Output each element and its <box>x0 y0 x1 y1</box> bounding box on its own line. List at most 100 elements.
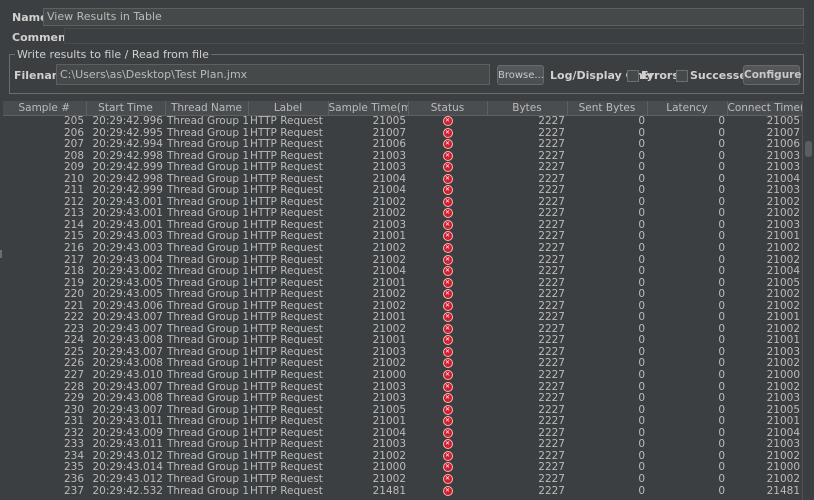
table-row[interactable]: 214 20:29:43.001 Thread Group 1-9...HTTP R… <box>3 219 802 232</box>
table-cell: 0 <box>638 335 645 347</box>
status-cell: ✕ <box>408 185 487 197</box>
table-cell: 21002 <box>766 300 800 312</box>
table-cell: HTTP Request <box>250 370 323 382</box>
filename-input[interactable]: C:\Users\as\Desktop\Test Plan.jmx <box>56 64 490 85</box>
status-cell: ✕ <box>408 404 487 417</box>
table-row[interactable]: 213 20:29:43.001 Thread Group 1-9...HTTP R… <box>3 208 802 220</box>
status-cell: ✕ <box>408 323 487 336</box>
table-row[interactable]: 207 20:29:42.994 Thread Group 1-5...HTTP R… <box>3 139 802 151</box>
table-cell: 20:29:42.998 <box>92 150 163 162</box>
table-row[interactable]: 212 20:29:43.001 Thread Group 1-9...HTTP R… <box>3 196 802 209</box>
column-header[interactable]: Status <box>408 101 488 116</box>
table-row[interactable]: 233 20:29:43.011 Thread Group 1-9...HTTP R… <box>3 439 802 451</box>
column-header[interactable]: Bytes <box>487 101 568 116</box>
table-row[interactable]: 235 20:29:43.014 Thread Group 1-9...HTTP R… <box>3 462 802 474</box>
table-row[interactable]: 216 20:29:43.003 Thread Group 1-9...HTTP R… <box>3 243 802 255</box>
status-cell: ✕ <box>408 462 487 474</box>
table-row[interactable]: 217 20:29:43.004 Thread Group 1-9...HTTP R… <box>3 254 802 267</box>
table-row[interactable]: 206 20:29:42.995 Thread Group 1-1...HTTP R… <box>3 127 802 140</box>
table-cell: Thread Group 1-9... <box>167 173 248 185</box>
table-cell: 0 <box>718 381 725 393</box>
column-header[interactable]: Sent Bytes <box>567 101 648 116</box>
table-cell: 20:29:43.008 <box>92 393 163 405</box>
table-cell: 21003 <box>372 393 406 405</box>
status-cell: ✕ <box>408 139 487 151</box>
configure-button[interactable]: Configure <box>743 65 801 85</box>
table-cell: 20:29:43.009 <box>92 427 163 439</box>
table-row[interactable]: 236 20:29:43.012 Thread Group 1-9...HTTP R… <box>3 473 802 486</box>
table-row[interactable]: 222 20:29:43.007 Thread Group 1-9...HTTP R… <box>3 312 802 324</box>
table-cell: 21005 <box>766 277 800 289</box>
table-cell: 21003 <box>372 346 406 358</box>
table-row[interactable]: 208 20:29:42.998 Thread Group 1-9...HTTP R… <box>3 150 802 163</box>
table-row[interactable]: 219 20:29:43.005 Thread Group 1-9...HTTP R… <box>3 277 802 290</box>
table-row[interactable]: 226 20:29:43.008 Thread Group 1-9...HTTP R… <box>3 358 802 370</box>
splitter-handle[interactable] <box>0 250 2 258</box>
table-row[interactable]: 225 20:29:43.007 Thread Group 1-9...HTTP R… <box>3 346 802 359</box>
error-icon: ✕ <box>442 335 453 346</box>
table-row[interactable]: 220 20:29:43.005 Thread Group 1-9...HTTP R… <box>3 289 802 301</box>
table-row[interactable]: 224 20:29:43.008 Thread Group 1-9...HTTP R… <box>3 335 802 347</box>
table-row[interactable]: 215 20:29:43.003 Thread Group 1-9...HTTP R… <box>3 231 802 243</box>
table-row[interactable]: 221 20:29:43.006 Thread Group 1-9...HTTP R… <box>3 300 802 313</box>
table-cell: HTTP Request <box>250 150 323 162</box>
table-cell: 20:29:42.532 <box>92 485 163 497</box>
table-cell: 0 <box>718 416 725 428</box>
table-cell: 20:29:42.998 <box>92 173 163 185</box>
error-icon: ✕ <box>442 185 453 196</box>
table-cell: Thread Group 1-9... <box>167 289 248 301</box>
table-cell: HTTP Request <box>250 196 323 208</box>
table-cell: 229 <box>63 393 84 405</box>
scrollbar-thumb[interactable] <box>805 141 812 157</box>
table-row[interactable]: 228 20:29:43.007 Thread Group 1-9...HTTP R… <box>3 381 802 394</box>
status-cell: ✕ <box>408 243 487 255</box>
error-icon: ✕ <box>442 127 453 138</box>
column-header[interactable]: Thread Name <box>165 101 249 116</box>
column-header[interactable]: Sample # <box>3 101 87 116</box>
table-cell: 20:29:42.996 <box>92 115 163 127</box>
table-row[interactable]: 230 20:29:43.007 Thread Group 1-9...HTTP R… <box>3 404 802 417</box>
table-cell: 21003 <box>766 346 800 358</box>
column-header[interactable]: Connect Time(ms) <box>727 101 802 116</box>
table-row[interactable]: 211 20:29:42.999 Thread Group 1-9...HTTP R… <box>3 185 802 197</box>
table-row[interactable]: 232 20:29:43.009 Thread Group 1-9...HTTP R… <box>3 427 802 440</box>
table-row[interactable]: 237 20:29:42.532 Thread Group 1-7...HTTP R… <box>3 485 802 498</box>
name-input[interactable]: View Results in Table <box>43 8 804 26</box>
table-row[interactable]: 227 20:29:43.010 Thread Group 1-9...HTTP R… <box>3 370 802 382</box>
table-row[interactable]: 205 20:29:42.996 Thread Group 1-9...HTTP R… <box>3 116 802 128</box>
status-cell: ✕ <box>408 127 487 140</box>
table-cell: HTTP Request <box>250 243 323 255</box>
table-cell: HTTP Request <box>250 277 323 289</box>
table-cell: 21004 <box>766 173 800 185</box>
table-cell: HTTP Request <box>250 185 323 197</box>
column-header[interactable]: Start Time <box>86 101 166 116</box>
column-header[interactable]: Sample Time(ms) <box>328 101 409 116</box>
table-cell: 230 <box>63 404 84 416</box>
table-cell: Thread Group 1-9... <box>167 162 248 174</box>
table-row[interactable]: 229 20:29:43.008 Thread Group 1-9...HTTP R… <box>3 393 802 405</box>
table-row[interactable]: 210 20:29:42.998 Thread Group 1-9...HTTP R… <box>3 173 802 186</box>
table-row[interactable]: 209 20:29:42.999 Thread Group 1-9...HTTP R… <box>3 162 802 174</box>
table-row[interactable]: 234 20:29:43.012 Thread Group 1-9...HTTP R… <box>3 450 802 463</box>
table-cell: 220 <box>63 289 84 301</box>
table-cell: 0 <box>718 139 725 151</box>
table-cell: 2227 <box>538 231 565 243</box>
errors-checkbox[interactable] <box>627 70 639 82</box>
table-cell: 226 <box>63 358 84 370</box>
column-header[interactable]: Latency <box>647 101 728 116</box>
vertical-scrollbar[interactable] <box>802 101 814 500</box>
successes-checkbox[interactable] <box>676 70 688 82</box>
table-cell: 2227 <box>538 473 565 485</box>
table-cell: 21002 <box>766 208 800 220</box>
browse-button[interactable]: Browse... <box>497 65 544 85</box>
column-header[interactable]: Label <box>248 101 329 116</box>
table-cell: 2227 <box>538 208 565 220</box>
table-cell: 0 <box>638 393 645 405</box>
table-cell: Thread Group 1-9... <box>167 150 248 162</box>
table-row[interactable]: 231 20:29:43.011 Thread Group 1-9...HTTP R… <box>3 416 802 428</box>
table-row[interactable]: 218 20:29:43.002 Thread Group 1-9...HTTP R… <box>3 266 802 278</box>
comments-input[interactable] <box>64 28 804 44</box>
table-row[interactable]: 223 20:29:43.007 Thread Group 1-9...HTTP R… <box>3 323 802 336</box>
table-cell: Thread Group 1-7... <box>167 485 248 497</box>
table-cell: 21002 <box>766 473 800 485</box>
